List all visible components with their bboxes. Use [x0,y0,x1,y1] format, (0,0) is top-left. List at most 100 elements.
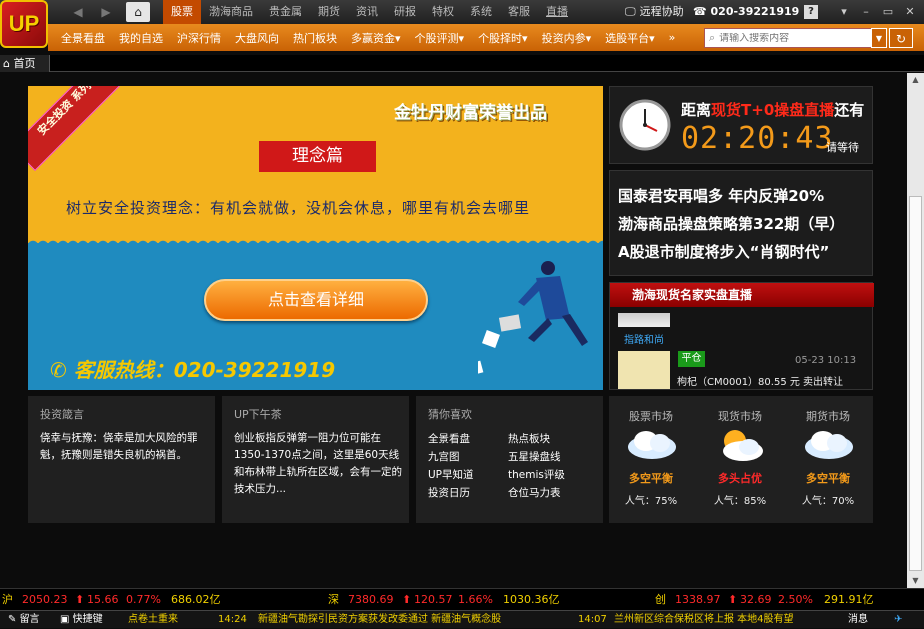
home-tab-icon: ⌂ [3,57,14,70]
guess-link[interactable]: 九宫图 [428,449,460,466]
index-amount: 686.02亿 [171,593,221,606]
banner-subtitle: 金牡丹财富荣誉出品 [394,103,547,123]
shortcut-label: 快捷键 [72,614,103,625]
topmenu-metals[interactable]: 贵金属 [261,0,310,24]
home-icon[interactable]: ⌂ [126,2,150,22]
live-author-name[interactable]: 指路和尚 [624,331,664,346]
app-logo[interactable]: UP [0,0,48,48]
toolbar-market[interactable]: 沪深行情 [170,30,228,46]
index-label-sz[interactable]: 深 [328,589,339,611]
index-change: 32.69 [740,593,772,606]
guess-link[interactable]: 五星操盘线 [508,449,561,466]
countdown-prefix: 距离 [681,101,712,119]
phone-wave-icon: ✆ [50,358,74,382]
remote-assist-label: 远程协助 [639,5,684,18]
guess-link[interactable]: UP早知道 [428,467,474,484]
toolbar-timing[interactable]: 个股择时▾ [471,30,535,46]
live-thumbnail[interactable] [618,313,670,327]
menu-dropdown-icon[interactable]: ▾ [835,2,853,22]
remote-assist-button[interactable]: 🖵 远程协助 [625,0,684,24]
index-amount: 291.91亿 [824,593,874,606]
guess-link[interactable]: 仓位马力表 [508,485,561,502]
banner-title: 理念篇 [259,141,376,172]
toolbar-more[interactable]: » [662,31,683,44]
refresh-icon[interactable]: ↻ [889,28,913,48]
tab-home-label: 首页 [13,57,36,70]
quote-card-text[interactable]: 侥幸与抚豫：侥幸是加大风险的罪魁，抚豫则是错失良机的祸首。 [40,430,208,464]
guess-card: 猜你喜欢 全景看盘 热点板块 九宫图 五星操盘线 UP早知道 themis评级 … [416,396,603,523]
toolbar-watchlist[interactable]: 我的自选 [112,30,170,46]
minimize-icon[interactable]: – [857,2,875,22]
toolbar-hot-sectors[interactable]: 热门板块 [286,30,344,46]
topmenu-futures[interactable]: 期货 [310,0,348,24]
index-pct: 1.66% [458,593,493,606]
guess-link[interactable]: themis评级 [508,467,565,484]
toolbar-insider[interactable]: 投资内参▾ [535,30,599,46]
countdown-suffix: 还有 [834,101,865,119]
market-popularity: 人气：85% [713,496,767,507]
banner-corner-ribbon: 安全投资 系列 [28,86,127,171]
index-ticker: 沪 2050.23 ⬆ 15.66 0.77% 686.02亿 深 7380.6… [0,588,924,610]
news-item[interactable]: 兰州新区综合保税区将上报 本地4股有望 [614,611,794,629]
guess-link[interactable]: 投资日历 [428,485,470,502]
index-label-cy[interactable]: 创 [655,589,666,611]
toolbar-funds[interactable]: 多赢资金▾ [344,30,408,46]
topmenu-privilege[interactable]: 特权 [424,0,462,24]
header-phone: ☎ 020-39221919 [693,0,799,24]
news-item[interactable]: 新疆油气勘探引民资方案获发改委通过 新疆油气概念股 [258,611,501,629]
tab-bar [0,55,924,72]
live-tag-badge: 平仓 [678,351,705,367]
topmenu-stocks[interactable]: 股票 [163,0,201,24]
topmenu-live[interactable]: 直播 [538,0,576,24]
toolbar-screener[interactable]: 选股平台▾ [598,30,662,46]
search-dropdown-icon[interactable]: ▼ [871,28,887,48]
view-details-button[interactable]: 点击查看详细 [204,279,428,321]
shortcut-button[interactable]: ▣ 快捷键 [60,611,103,629]
index-amount: 1030.36亿 [503,593,560,606]
topmenu-research[interactable]: 研报 [386,0,424,24]
back-icon[interactable]: ◀ [68,3,88,21]
maximize-icon[interactable]: ▭ [879,2,897,22]
rocket-icon[interactable]: ✈ [894,611,902,629]
banner-hotline: ✆ 客服热线：020-39221919 [50,354,335,383]
index-value: 7380.69 [348,593,394,606]
headline-item[interactable]: A股退市制度将步入“肖钢时代” [618,241,829,262]
topmenu-service[interactable]: 客服 [500,0,538,24]
guess-link[interactable]: 热点板块 [508,431,550,448]
toolbar-panorama[interactable]: 全景看盘 [54,30,112,46]
headline-item[interactable]: 渤海商品操盘策略第322期（早） [618,213,844,234]
market-sentiment-card: 股票市场 现货市场 期货市场 多空平衡 多头占优 多空平衡 人气：75% 人气：… [609,396,873,523]
countdown-wait: 请等待 [826,141,859,154]
up-arrow-icon: ⬆ [402,593,412,606]
topmenu-news[interactable]: 资讯 [348,0,386,24]
tab-home[interactable]: ⌂ 首页 [0,55,50,72]
scroll-up-icon[interactable]: ▲ [907,73,924,87]
promo-banner[interactable]: 安全投资 系列 金牡丹财富荣誉出品 理念篇 树立安全投资理念：有机会就做，没机会… [28,86,603,390]
logo-text: UP [8,11,40,36]
headline-item[interactable]: 国泰君安再唱多 年内反弹20% [618,185,824,206]
clock-icon [619,99,671,151]
scroll-down-icon[interactable]: ▼ [907,574,924,588]
toolbar-rating[interactable]: 个股评测▾ [408,30,472,46]
message-button[interactable]: ✎ 留言 [8,611,40,629]
tea-card-text[interactable]: 创业板指反弹第一阻力位可能在1350-1370点之间，这里是60天线和布林带上轨… [234,430,402,498]
index-label-sh[interactable]: 沪 [2,589,13,611]
marquee-text[interactable]: 点卷土重来 [128,611,178,629]
live-header[interactable]: 渤海现货名家实盘直播 [610,283,874,307]
banner-wave [28,236,603,246]
forward-icon[interactable]: ▶ [96,3,116,21]
toolbar-trend[interactable]: 大盘风向 [228,30,286,46]
market-status: 多空平衡 [629,472,673,485]
tea-card: UP下午茶 创业板指反弹第一阻力位可能在1350-1370点之间，这里是60天线… [222,396,409,523]
news-button[interactable]: 消息 [848,611,868,629]
status-bar: ✎ 留言 ▣ 快捷键 点卷土重来 14:24 新疆油气勘探引民资方案获发改委通过… [0,610,924,628]
guess-link[interactable]: 全景看盘 [428,431,470,448]
topmenu-system[interactable]: 系统 [462,0,500,24]
close-icon[interactable]: ✕ [901,2,919,22]
search-input[interactable] [719,32,860,44]
topmenu-bohai[interactable]: 渤海商品 [201,0,261,24]
live-avatar[interactable] [618,351,670,389]
market-popularity: 人气：70% [801,496,855,507]
help-button[interactable]: ? [804,5,818,19]
scrollbar-thumb[interactable] [909,196,922,571]
